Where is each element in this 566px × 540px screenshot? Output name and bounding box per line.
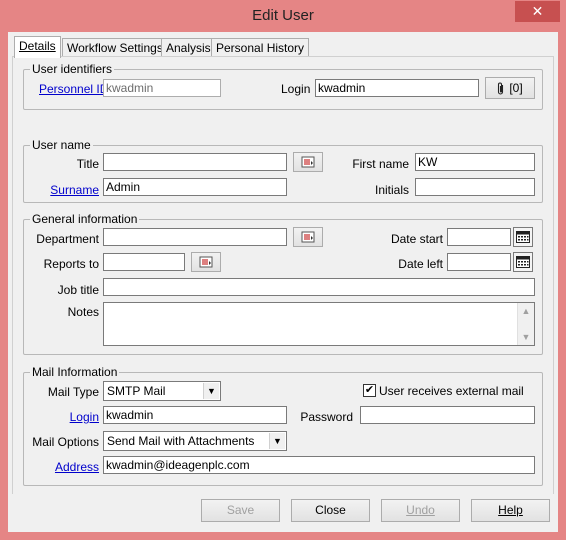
date-left-field[interactable] — [447, 253, 511, 271]
user-identifiers-legend: User identifiers — [32, 62, 113, 76]
department-field[interactable] — [103, 228, 287, 246]
notes-textarea[interactable]: ▲ ▼ — [103, 302, 535, 346]
password-field[interactable] — [360, 406, 535, 424]
reports-to-field[interactable] — [103, 253, 185, 271]
help-button[interactable]: Help — [471, 499, 550, 522]
date-start-calendar-button[interactable] — [513, 227, 533, 247]
mail-options-label: Mail Options — [32, 435, 99, 449]
login-label: Login — [281, 82, 311, 96]
notes-scrollbar[interactable]: ▲ ▼ — [517, 303, 534, 345]
attachments-button[interactable]: [0] — [485, 77, 535, 99]
undo-button[interactable]: Undo — [381, 499, 460, 522]
title-bar[interactable]: Edit User ✕ — [0, 0, 566, 32]
title-label: Title — [76, 157, 99, 171]
initials-field[interactable] — [415, 178, 535, 196]
initials-label: Initials — [374, 183, 409, 197]
mail-options-select[interactable]: Send Mail with Attachments ▼ — [103, 431, 287, 451]
title-picker-button[interactable] — [293, 152, 323, 172]
date-left-calendar-button[interactable] — [513, 252, 533, 272]
mail-information-legend: Mail Information — [32, 365, 118, 379]
scroll-up-icon[interactable]: ▲ — [518, 303, 534, 319]
mail-login-link[interactable]: Login — [29, 410, 99, 424]
close-button[interactable]: Close — [291, 499, 370, 522]
window-close-button[interactable]: ✕ — [515, 1, 560, 22]
tab-workflow-settings[interactable]: Workflow Settings — [62, 38, 168, 57]
chevron-down-icon: ▼ — [203, 383, 219, 399]
job-title-field[interactable] — [103, 278, 535, 296]
password-label: Password — [300, 410, 353, 424]
date-start-label: Date start — [390, 232, 443, 246]
scroll-down-icon[interactable]: ▼ — [518, 329, 534, 345]
dialog-client-area: Details Workflow Settings Analysis Perso… — [8, 32, 558, 532]
tab-details-label: Details — [19, 39, 56, 53]
date-start-field[interactable] — [447, 228, 511, 246]
save-button[interactable]: Save — [201, 499, 280, 522]
mail-type-label: Mail Type — [47, 385, 99, 399]
external-mail-checkbox[interactable]: ✔ — [363, 384, 376, 397]
surname-field[interactable]: Admin — [103, 178, 287, 196]
chevron-down-icon: ▼ — [269, 433, 285, 449]
list-picker-icon — [199, 256, 213, 268]
mail-login-field[interactable]: kwadmin — [103, 406, 287, 424]
mail-type-select[interactable]: SMTP Mail ▼ — [103, 381, 221, 401]
button-bar: Save Close Undo Help — [8, 494, 558, 532]
mail-options-value: Send Mail with Attachments — [107, 434, 255, 448]
department-label: Department — [36, 232, 99, 246]
address-link[interactable]: Address — [29, 460, 99, 474]
details-panel: User identifiers Personnel ID kwadmin Lo… — [12, 56, 554, 495]
personnel-id-link[interactable]: Personnel ID — [39, 82, 108, 96]
surname-link[interactable]: Surname — [33, 183, 99, 197]
edit-user-window: Edit User ✕ Details Workflow Settings An… — [0, 0, 566, 540]
list-picker-icon — [301, 231, 315, 243]
job-title-label: Job title — [57, 283, 99, 297]
attachments-count: [0] — [509, 81, 523, 95]
calendar-icon — [516, 231, 530, 243]
reports-to-label: Reports to — [43, 257, 99, 271]
general-information-legend: General information — [32, 212, 138, 226]
department-picker-button[interactable] — [293, 227, 323, 247]
calendar-icon — [516, 256, 530, 268]
list-picker-icon — [301, 156, 315, 168]
personnel-id-field[interactable]: kwadmin — [103, 79, 221, 97]
tab-analysis[interactable]: Analysis — [161, 38, 216, 57]
external-mail-label: User receives external mail — [379, 384, 524, 398]
paperclip-icon — [498, 82, 504, 95]
mail-type-value: SMTP Mail — [107, 384, 166, 398]
first-name-label: First name — [352, 157, 409, 171]
reports-to-picker-button[interactable] — [191, 252, 221, 272]
date-left-label: Date left — [398, 257, 443, 271]
login-field[interactable]: kwadmin — [315, 79, 479, 97]
window-title: Edit User — [252, 7, 314, 24]
address-field[interactable]: kwadmin@ideagenplc.com — [103, 456, 535, 474]
notes-label: Notes — [67, 305, 99, 319]
user-name-legend: User name — [32, 138, 91, 152]
tab-details[interactable]: Details — [14, 36, 61, 58]
tab-personal-history[interactable]: Personal History — [211, 38, 310, 57]
title-field[interactable] — [103, 153, 287, 171]
first-name-field[interactable]: KW — [415, 153, 535, 171]
